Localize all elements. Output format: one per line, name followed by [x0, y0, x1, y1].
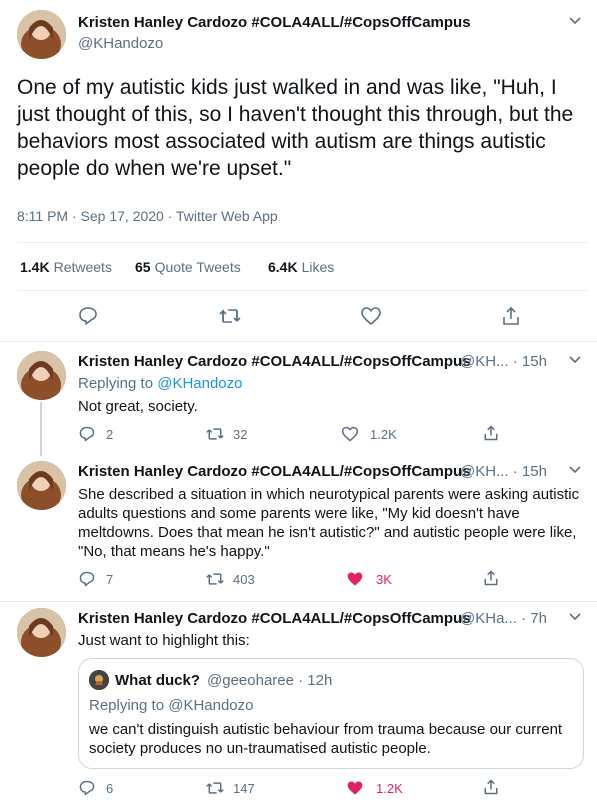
reply-icon	[79, 426, 95, 442]
chevron-down-icon[interactable]	[568, 610, 582, 629]
like-button[interactable]: 1.2K	[341, 425, 397, 443]
reply-button[interactable]	[77, 305, 99, 332]
replying-handle[interactable]: @KHandozo	[157, 375, 242, 392]
reply-text: Not great, society.	[78, 398, 198, 415]
handle-time[interactable]: @KH... · 15h	[460, 463, 547, 480]
like-icon	[347, 781, 363, 795]
like-count: 1.2K	[376, 780, 403, 796]
like-icon	[341, 426, 359, 442]
share-icon	[484, 570, 498, 586]
divider	[0, 341, 597, 342]
reply-text: Just want to highlight this:	[78, 632, 250, 649]
author-handle[interactable]: @KHandozo	[78, 35, 163, 52]
tweet-meta: 8:11 PM · Sep 17, 2020 · Twitter Web App	[17, 208, 278, 224]
share-icon	[503, 306, 519, 325]
reply-count: 6	[106, 780, 114, 796]
reply-icon	[79, 780, 95, 796]
share-button[interactable]	[500, 305, 522, 332]
chevron-down-icon[interactable]	[568, 14, 582, 33]
author-name[interactable]: Kristen Hanley Cardozo #COLA4ALL/#CopsOf…	[78, 14, 471, 31]
chevron-down-icon[interactable]	[568, 463, 582, 482]
author-name[interactable]: Kristen Hanley Cardozo #COLA4ALL/#CopsOf…	[78, 463, 471, 480]
retweets-count: 1.4K	[20, 259, 50, 275]
avatar[interactable]	[17, 608, 66, 657]
reply-button[interactable]: 6	[78, 779, 113, 797]
tweet-text: One of my autistic kids just walked in a…	[17, 76, 574, 180]
avatar[interactable]	[17, 10, 66, 59]
like-icon	[347, 572, 363, 586]
share-icon	[484, 779, 498, 795]
retweets-label: Retweets	[53, 259, 112, 275]
author-name[interactable]: Kristen Hanley Cardozo #COLA4ALL/#CopsOf…	[78, 610, 471, 627]
divider	[17, 242, 587, 243]
like-count: 1.2K	[370, 426, 397, 442]
quoted-tweet[interactable]: What duck? @geeoharee · 12h Replying to …	[78, 658, 584, 769]
like-button[interactable]	[360, 305, 382, 332]
divider	[17, 290, 587, 291]
reply-button[interactable]: 2	[78, 425, 113, 443]
share-icon	[484, 425, 498, 441]
retweet-icon	[206, 428, 224, 440]
replying-to: Replying to @KHandozo	[78, 374, 243, 393]
thread-line	[40, 402, 42, 456]
reply-button[interactable]: 7	[78, 570, 113, 588]
retweet-button[interactable]: 32	[205, 425, 247, 443]
like-button[interactable]: 1.2K	[345, 779, 403, 797]
likes-stat[interactable]: 6.4K Likes	[268, 259, 334, 275]
like-count: 3K	[376, 571, 392, 587]
quote-label: Quote Tweets	[154, 259, 241, 275]
reply-icon	[79, 307, 97, 325]
retweet-icon	[206, 782, 224, 794]
likes-count: 6.4K	[268, 259, 298, 275]
quoted-author-name[interactable]: What duck?	[115, 672, 200, 689]
retweet-count: 403	[233, 571, 255, 587]
handle-time[interactable]: @KHa... · 7h	[460, 610, 547, 627]
divider	[0, 601, 597, 602]
quote-count: 65	[135, 259, 151, 275]
retweet-icon	[206, 573, 224, 585]
like-icon	[361, 307, 381, 325]
retweet-count: 32	[233, 426, 248, 442]
share-button[interactable]	[482, 569, 500, 587]
retweets-stat[interactable]: 1.4K Retweets	[20, 259, 112, 275]
author-name[interactable]: Kristen Hanley Cardozo #COLA4ALL/#CopsOf…	[78, 353, 471, 370]
reply-count: 7	[106, 571, 114, 587]
replying-label: Replying to	[78, 375, 154, 392]
quoted-text: we can't distinguish autistic behaviour …	[89, 721, 563, 757]
chevron-down-icon[interactable]	[568, 353, 582, 372]
reply-count: 2	[106, 426, 114, 442]
retweet-count: 147	[233, 780, 255, 796]
like-button[interactable]: 3K	[345, 570, 392, 588]
retweet-button[interactable]	[218, 305, 242, 332]
retweet-button[interactable]: 147	[205, 779, 255, 797]
reply-icon	[79, 571, 95, 587]
avatar[interactable]	[89, 670, 109, 690]
share-button[interactable]	[482, 778, 500, 796]
avatar[interactable]	[17, 461, 66, 510]
avatar[interactable]	[17, 351, 66, 400]
handle-time[interactable]: @KH... · 15h	[460, 353, 547, 370]
quote-tweets-stat[interactable]: 65 Quote Tweets	[135, 259, 241, 275]
quoted-handle-time[interactable]: @geeoharee · 12h	[207, 672, 332, 689]
likes-label: Likes	[301, 259, 335, 275]
reply-text: She described a situation in which neuro…	[78, 486, 580, 560]
retweet-icon	[219, 309, 241, 323]
quoted-replying: Replying to @KHandozo	[89, 697, 254, 714]
retweet-button[interactable]: 403	[205, 570, 255, 588]
share-button[interactable]	[482, 424, 500, 442]
